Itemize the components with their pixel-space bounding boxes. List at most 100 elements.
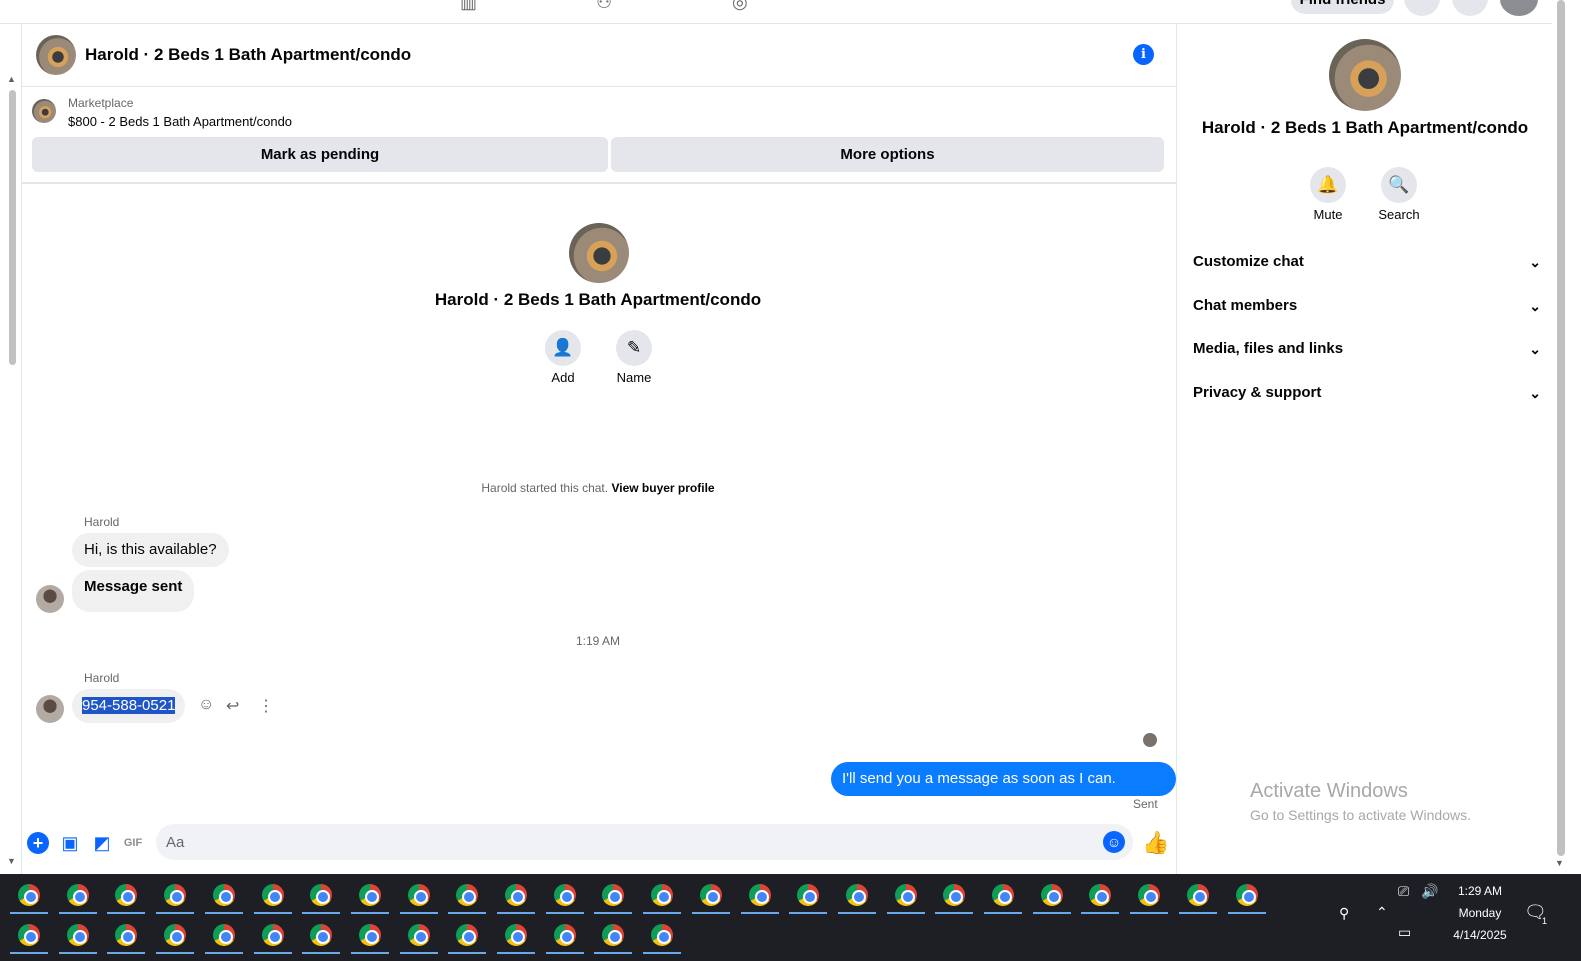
sender-avatar[interactable] <box>36 695 64 723</box>
attach-photo-icon[interactable]: ▣ <box>59 832 81 854</box>
privacy-support-row[interactable]: Privacy & support ⌄ <box>1193 373 1541 413</box>
chrome-window-taskbar-icon[interactable] <box>302 878 341 914</box>
chrome-window-taskbar-icon[interactable] <box>204 918 243 954</box>
info-icon[interactable]: i <box>1133 44 1154 65</box>
mute-label: Mute <box>1313 207 1343 222</box>
incoming-message[interactable]: Message sent <box>72 570 195 612</box>
chrome-window-taskbar-icon[interactable] <box>10 878 48 914</box>
chrome-window-taskbar-icon[interactable] <box>253 918 292 954</box>
chrome-window-taskbar-icon[interactable] <box>253 878 292 914</box>
taskbar-day[interactable]: Monday <box>1440 906 1520 920</box>
react-emoji-icon[interactable]: ☺ <box>198 696 214 714</box>
search-icon[interactable]: 🔍 <box>1381 167 1417 203</box>
chrome-window-taskbar-icon[interactable] <box>935 878 974 914</box>
chrome-window-taskbar-icon[interactable] <box>204 878 243 914</box>
chrome-window-taskbar-icon[interactable] <box>58 878 97 914</box>
edit-name-icon[interactable]: ✎ <box>616 330 652 366</box>
chrome-window-taskbar-icon[interactable] <box>302 918 341 954</box>
thumbs-up-icon[interactable]: 👍 <box>1142 830 1169 856</box>
people-icon[interactable]: ⚲ <box>1339 905 1349 922</box>
volume-icon[interactable]: 🔊 <box>1421 883 1438 900</box>
chrome-window-taskbar-icon[interactable] <box>497 878 535 914</box>
sender-avatar[interactable] <box>36 585 64 613</box>
chrome-window-taskbar-icon[interactable] <box>58 918 97 954</box>
conversation-title[interactable]: Harold · 2 Beds 1 Bath Apartment/condo <box>85 45 411 65</box>
profile-nav-icon[interactable]: ◎ <box>732 0 758 12</box>
mute-bell-icon[interactable]: 🔔 <box>1310 167 1346 203</box>
chrome-window-taskbar-icon[interactable] <box>156 878 195 914</box>
chrome-window-taskbar-icon[interactable] <box>691 878 730 914</box>
groups-nav-icon[interactable]: ⚇ <box>596 0 622 12</box>
network-icon[interactable]: ▭ <box>1398 924 1411 941</box>
chrome-window-taskbar-icon[interactable] <box>740 878 779 914</box>
find-friends-button[interactable]: Find friends <box>1291 0 1394 14</box>
message-composer[interactable]: ☺ <box>156 824 1133 860</box>
incoming-message[interactable]: Hi, is this available? <box>72 533 229 567</box>
chrome-window-taskbar-icon[interactable] <box>350 918 389 954</box>
selected-phone-text[interactable]: 954-588-0521 <box>82 697 176 714</box>
taskbar-date[interactable]: 4/14/2025 <box>1440 928 1520 942</box>
chrome-window-taskbar-icon[interactable] <box>545 878 584 914</box>
scroll-up-arrow-icon[interactable]: ▲ <box>7 74 16 84</box>
chrome-window-taskbar-icon[interactable] <box>594 918 633 954</box>
conversation-avatar[interactable] <box>36 35 76 75</box>
chrome-window-taskbar-icon[interactable] <box>1178 878 1217 914</box>
more-options-button[interactable]: More options <box>611 137 1164 172</box>
account-avatar[interactable] <box>1500 0 1538 16</box>
incoming-message[interactable]: 954-588-0521 <box>72 689 186 723</box>
panel-avatar[interactable] <box>1329 39 1401 111</box>
chat-members-row[interactable]: Chat members ⌄ <box>1193 286 1541 326</box>
scroll-down-arrow-icon[interactable]: ▼ <box>7 856 16 866</box>
chrome-window-taskbar-icon[interactable] <box>886 878 925 914</box>
listing-title[interactable]: $800 - 2 Beds 1 Bath Apartment/condo <box>68 114 292 129</box>
outgoing-message[interactable]: I'll send you a message as soon as I can… <box>831 762 1176 821</box>
chrome-window-taskbar-icon[interactable] <box>399 878 438 914</box>
chrome-window-taskbar-icon[interactable] <box>448 918 487 954</box>
chrome-window-taskbar-icon[interactable] <box>399 918 438 954</box>
scroll-down-arrow-icon[interactable]: ▼ <box>1555 858 1564 868</box>
add-person-icon[interactable]: 👤 <box>545 330 581 366</box>
chrome-window-taskbar-icon[interactable] <box>984 878 1022 914</box>
chrome-window-taskbar-icon[interactable] <box>1130 878 1169 914</box>
reply-icon[interactable]: ↩ <box>226 696 239 716</box>
chrome-window-taskbar-icon[interactable] <box>10 918 48 954</box>
chrome-window-taskbar-icon[interactable] <box>1227 878 1266 914</box>
chrome-window-taskbar-icon[interactable] <box>1081 878 1120 914</box>
chrome-window-taskbar-icon[interactable] <box>107 918 146 954</box>
chrome-window-taskbar-icon[interactable] <box>789 878 828 914</box>
scrollbar-thumb[interactable] <box>1557 0 1565 856</box>
media-files-links-row[interactable]: Media, files and links ⌄ <box>1193 329 1541 369</box>
chrome-window-taskbar-icon[interactable] <box>594 878 633 914</box>
more-actions-icon[interactable]: ⋮ <box>258 696 274 716</box>
chrome-window-taskbar-icon[interactable] <box>643 878 682 914</box>
chrome-icon <box>261 924 284 946</box>
chrome-window-taskbar-icon[interactable] <box>107 878 146 914</box>
taskbar-time[interactable]: 1:29 AM <box>1440 884 1520 898</box>
chat-scrollbar[interactable]: ▲ ▼ <box>0 24 22 874</box>
message-input[interactable] <box>166 824 1086 860</box>
chrome-window-taskbar-icon[interactable] <box>448 878 487 914</box>
chrome-window-taskbar-icon[interactable] <box>643 918 682 954</box>
chevron-up-icon[interactable]: ⌃ <box>1376 904 1388 921</box>
mark-as-pending-button[interactable]: Mark as pending <box>32 137 608 172</box>
more-actions-plus-icon[interactable]: + <box>27 832 49 854</box>
menu-grid-button[interactable] <box>1404 0 1440 16</box>
listing-thumbnail[interactable] <box>32 99 56 123</box>
scrollbar-thumb[interactable] <box>9 90 16 365</box>
chrome-window-taskbar-icon[interactable] <box>545 918 584 954</box>
chrome-window-taskbar-icon[interactable] <box>350 878 389 914</box>
sticker-icon[interactable]: ◩ <box>91 832 113 854</box>
sender-name: Harold <box>84 671 120 685</box>
chrome-window-taskbar-icon[interactable] <box>156 918 195 954</box>
view-buyer-profile-link[interactable]: View buyer profile <box>611 481 714 495</box>
customize-chat-row[interactable]: Customize chat ⌄ <box>1193 242 1541 282</box>
chrome-window-taskbar-icon[interactable] <box>837 878 876 914</box>
camera-icon[interactable]: ⎚ <box>1398 883 1409 900</box>
emoji-icon[interactable]: ☺ <box>1103 831 1125 853</box>
notifications-button[interactable] <box>1452 0 1488 16</box>
gif-icon[interactable]: GIF <box>122 832 144 854</box>
marketplace-nav-icon[interactable]: ▥ <box>460 0 486 12</box>
chrome-window-taskbar-icon[interactable] <box>1032 878 1071 914</box>
page-scrollbar[interactable]: ▼ <box>1552 0 1581 874</box>
chrome-window-taskbar-icon[interactable] <box>497 918 535 954</box>
